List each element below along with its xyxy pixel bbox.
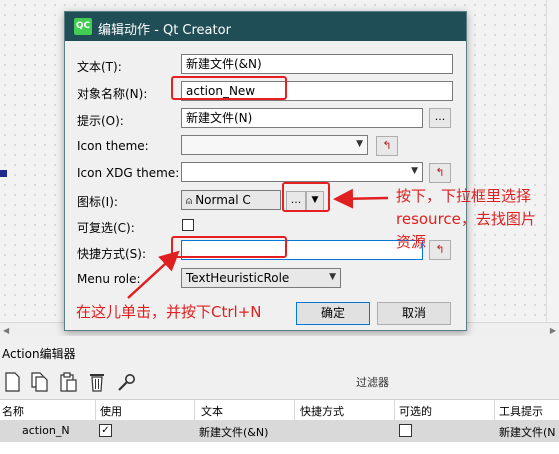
icon-dropdown-button[interactable]: ▼	[306, 191, 324, 211]
menu-role-combo[interactable]: TextHeuristicRole ▼	[181, 268, 341, 288]
icon-xdg-theme-label: Icon XDG theme:	[77, 166, 180, 180]
filter-label[interactable]: 过滤器	[356, 374, 389, 390]
column-header-tooltip[interactable]: 工具提示	[499, 403, 543, 419]
menu-role-label: Menu role:	[77, 272, 141, 286]
copy-icon[interactable]	[29, 371, 49, 393]
tooltip-label: 提示(O):	[77, 114, 124, 128]
column-divider[interactable]	[394, 400, 395, 420]
text-input[interactable]: 新建文件(&N)	[181, 54, 453, 74]
shortcut-reset-button[interactable]: ↰	[429, 240, 451, 260]
scroll-right-icon[interactable]: ▶	[550, 326, 556, 335]
action-editor-panel: Action编辑器 过滤器 名称 使用 文本 快捷方式 可选的 工具提示 act…	[0, 336, 559, 454]
object-name-input[interactable]: action_New	[181, 81, 453, 101]
table-empty-area	[0, 442, 559, 454]
icon-xdg-reset-button[interactable]: ↰	[429, 163, 451, 183]
shortcut-input[interactable]	[181, 240, 423, 260]
text-label: 文本(T):	[77, 60, 122, 74]
cancel-button[interactable]: 取消	[377, 302, 451, 325]
chevron-down-icon: ▼	[311, 195, 319, 205]
tooltip-edit-button[interactable]: ...	[429, 108, 451, 128]
qt-creator-logo-icon: QC	[74, 18, 92, 35]
dialog-titlebar[interactable]: QC 编辑动作 - Qt Creator	[65, 12, 466, 41]
icon-mode-value: Normal C	[195, 193, 251, 207]
annotation-right-line1: 按下，下拉框里选择	[396, 187, 532, 205]
icon-label: 图标(I):	[77, 195, 118, 209]
checkable-checkbox[interactable]	[182, 219, 194, 231]
configure-icon[interactable]	[116, 371, 136, 393]
tooltip-input[interactable]: 新建文件(N)	[181, 108, 423, 128]
reset-arrow-icon: ↰	[435, 243, 445, 256]
column-divider[interactable]	[294, 400, 295, 420]
column-header-name[interactable]: 名称	[2, 403, 24, 419]
paste-icon[interactable]	[58, 371, 78, 393]
annotation-right-line3: 资源	[396, 233, 427, 251]
column-header-checkable[interactable]: 可选的	[399, 403, 432, 419]
edit-action-dialog: QC 编辑动作 - Qt Creator 文本(T): 新建文件(&N) 对象名…	[64, 11, 467, 331]
menu-role-value: TextHeuristicRole	[186, 271, 290, 285]
shortcut-label: 快捷方式(S):	[77, 247, 147, 261]
vertical-scrollbar[interactable]	[546, 0, 559, 322]
icon-mode-icon: ⍝	[186, 196, 196, 207]
annotation-right-line2: resource，去找图片	[396, 210, 536, 228]
checkable-cell-checkbox[interactable]	[399, 424, 412, 437]
annotation-bottom-left: 在这儿单击，并按下Ctrl+N	[76, 303, 262, 321]
action-tooltip-cell[interactable]: 新建文件(N	[499, 424, 556, 440]
column-divider[interactable]	[494, 400, 495, 420]
icon-theme-reset-button[interactable]: ↰	[376, 136, 398, 156]
icon-choose-button[interactable]: ...	[286, 191, 306, 211]
column-header-used[interactable]: 使用	[100, 403, 122, 419]
reset-arrow-icon: ↰	[435, 166, 445, 179]
new-action-icon[interactable]	[2, 371, 22, 393]
column-divider[interactable]	[194, 400, 195, 420]
delete-icon[interactable]	[87, 371, 107, 393]
object-name-label: 对象名称(N):	[77, 87, 148, 101]
column-header-text[interactable]: 文本	[201, 403, 223, 419]
used-checkbox[interactable]: ✓	[99, 424, 112, 437]
scroll-left-icon[interactable]: ◀	[3, 326, 9, 335]
selection-handle[interactable]	[0, 170, 7, 177]
icon-xdg-theme-combo[interactable]: ▼	[181, 162, 423, 182]
dialog-title: 编辑动作 - Qt Creator	[98, 23, 231, 38]
ok-button[interactable]: 确定	[296, 302, 370, 325]
chevron-down-icon: ▼	[356, 139, 363, 149]
chevron-down-icon: ▼	[411, 166, 418, 176]
action-name-cell[interactable]: action_N	[22, 424, 70, 437]
action-editor-title: Action编辑器	[2, 347, 76, 361]
reset-arrow-icon: ↰	[382, 139, 392, 152]
icon-theme-combo[interactable]: ▼	[181, 135, 368, 155]
icon-theme-label: Icon theme:	[77, 139, 149, 153]
action-text-cell[interactable]: 新建文件(&N)	[199, 424, 268, 440]
column-header-shortcut[interactable]: 快捷方式	[300, 403, 344, 419]
table-row[interactable]: action_N ✓ 新建文件(&N) 新建文件(N	[0, 420, 559, 442]
chevron-down-icon: ▼	[329, 272, 336, 282]
checkable-label: 可复选(C):	[77, 221, 135, 235]
actions-table-header: 名称 使用 文本 快捷方式 可选的 工具提示	[0, 399, 559, 421]
column-divider[interactable]	[95, 400, 96, 420]
icon-mode-combo[interactable]: ⍝ Normal C	[181, 190, 281, 210]
